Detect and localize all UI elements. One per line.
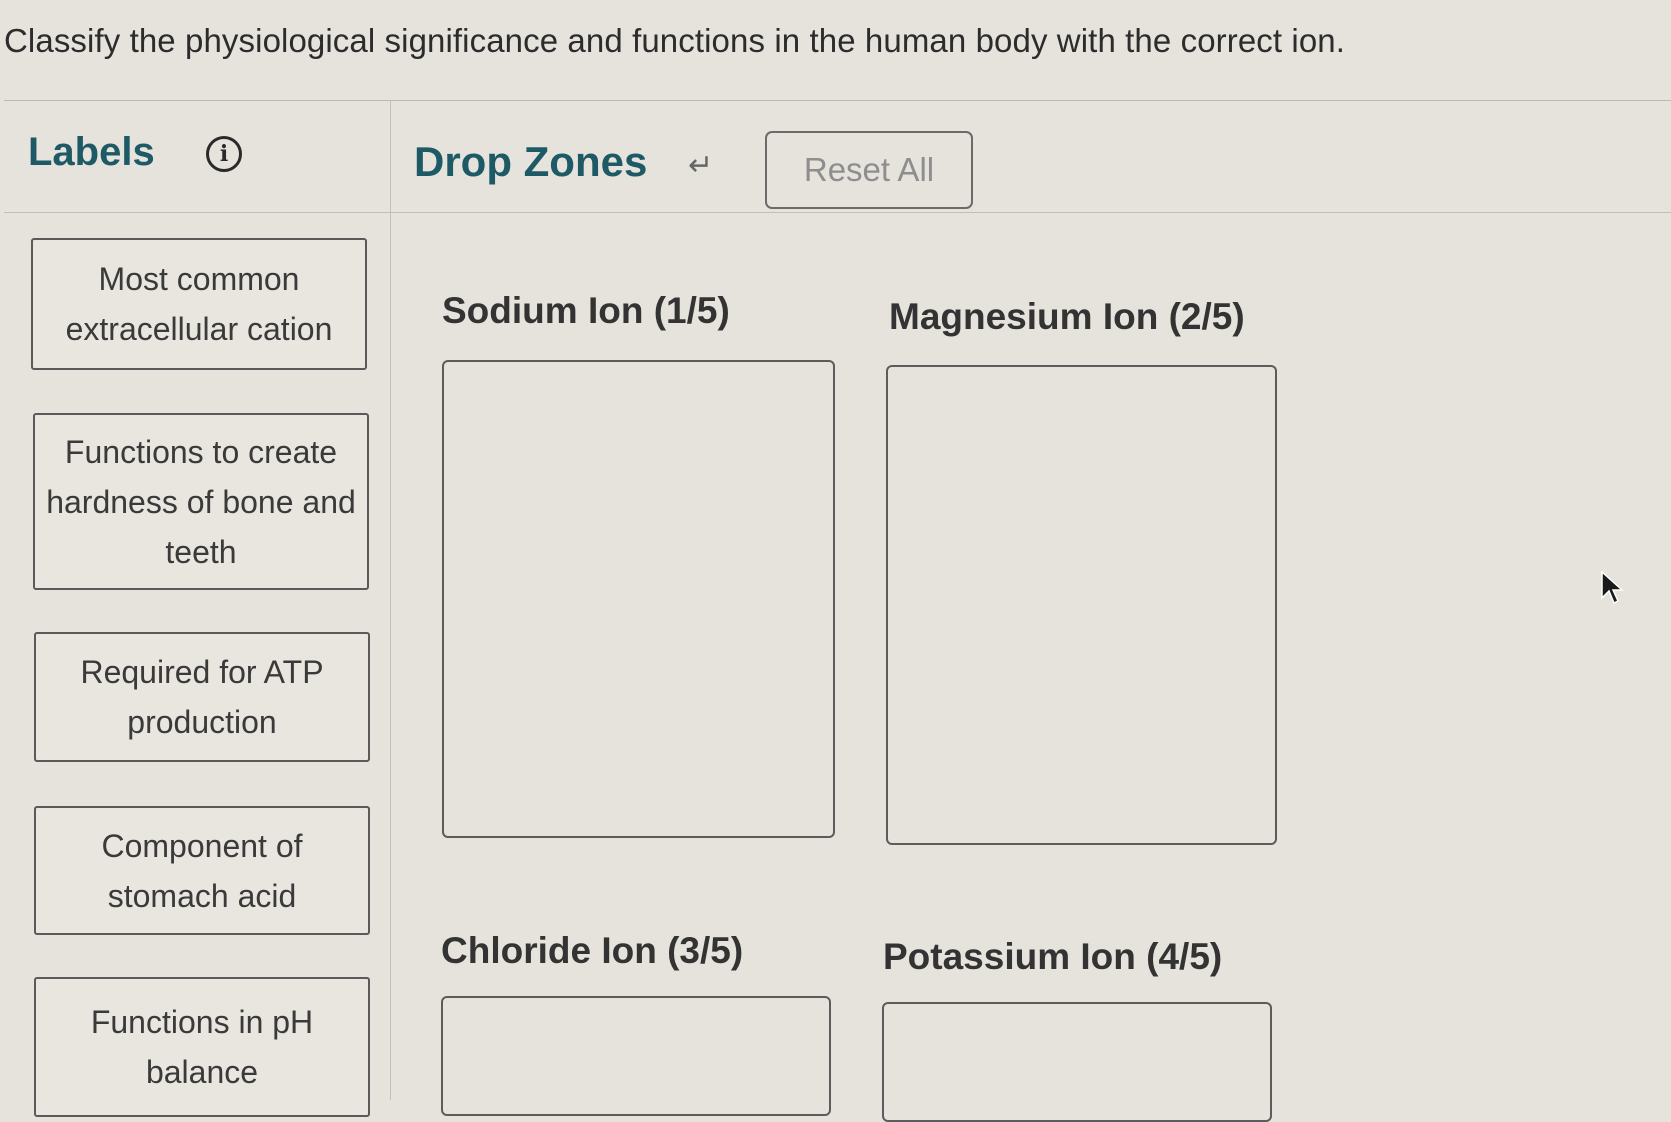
- mouse-cursor-icon: [1601, 570, 1624, 605]
- label-card[interactable]: Functions to create hardness of bone and…: [33, 413, 369, 590]
- reset-all-button[interactable]: Reset All: [765, 131, 973, 209]
- labels-heading: Labels: [28, 130, 155, 174]
- label-card[interactable]: Functions in pH balance: [34, 977, 370, 1117]
- label-card-text: Required for ATP production: [80, 654, 324, 740]
- label-card-text: Component of stomach acid: [101, 827, 303, 914]
- label-card-text: Most common extracellular cation: [65, 261, 333, 347]
- drop-zone-potassium[interactable]: [882, 1002, 1272, 1122]
- label-card-text: Functions in pH balance: [90, 1004, 314, 1090]
- info-circle-icon[interactable]: i: [206, 136, 242, 172]
- drop-zone-title-chloride: Chloride Ion (3/5): [441, 930, 744, 971]
- drop-zone-title-magnesium: Magnesium Ion (2/5): [889, 296, 1245, 337]
- label-card[interactable]: Most common extracellular cation: [31, 238, 367, 370]
- drop-zone-chloride[interactable]: [441, 996, 831, 1116]
- drop-zones-heading: Drop Zones: [414, 138, 648, 185]
- header-divider: [4, 212, 1671, 213]
- drop-zone-title-sodium: Sodium Ion (1/5): [442, 290, 730, 331]
- undo-arrow-icon[interactable]: ↵: [688, 148, 713, 183]
- drop-zone-title-potassium: Potassium Ion (4/5): [883, 936, 1223, 977]
- drop-zone-sodium[interactable]: [442, 360, 835, 838]
- label-card-text: Functions to create hardness of bone and…: [46, 433, 356, 570]
- label-card[interactable]: Required for ATP production: [34, 632, 370, 762]
- drop-zone-magnesium[interactable]: [886, 365, 1277, 845]
- label-card[interactable]: Component of stomach acid: [34, 806, 370, 935]
- question-text: Classify the physiological significance …: [4, 22, 1346, 59]
